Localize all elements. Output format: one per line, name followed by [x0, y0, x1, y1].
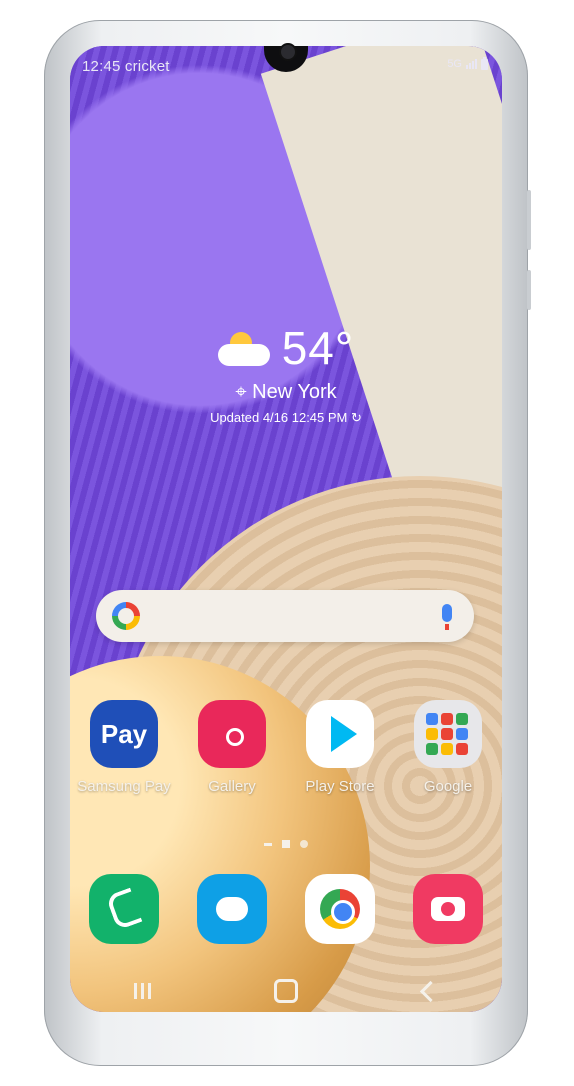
- google-folder-icon: [414, 700, 482, 768]
- partly-sunny-icon: [217, 326, 274, 370]
- samsung-pay-icon-text: Pay: [100, 718, 148, 749]
- gallery-flower-icon: [217, 719, 247, 749]
- status-icons: 5G: [447, 56, 488, 70]
- pager-home: [282, 840, 290, 848]
- refresh-icon[interactable]: ↻: [351, 410, 362, 425]
- dock: [70, 874, 502, 944]
- pager-dash: [264, 843, 272, 846]
- recent-apps-button[interactable]: [112, 976, 172, 1006]
- app-label: Google: [423, 778, 473, 795]
- navigation-bar: [70, 974, 502, 1008]
- google-g-icon: [112, 602, 140, 630]
- front-camera-icon: [279, 43, 297, 61]
- network-label: 5G: [447, 58, 462, 70]
- gallery-icon: [198, 700, 266, 768]
- pager-dot: [300, 840, 308, 848]
- handset-icon: [105, 887, 143, 931]
- home-button[interactable]: [256, 976, 316, 1006]
- weather-updated-text: Updated 4/16 12:45 PM: [210, 410, 348, 425]
- microphone-icon[interactable]: [442, 604, 452, 630]
- play-store-icon: [306, 700, 374, 768]
- dock-messages[interactable]: [184, 874, 280, 944]
- app-play-store[interactable]: Play Store: [292, 700, 388, 795]
- samsung-pay-icon: Pay: [90, 700, 158, 768]
- dock-phone[interactable]: [76, 874, 172, 944]
- app-label: Play Store: [305, 778, 375, 795]
- signal-icon: [466, 59, 477, 69]
- weather-widget[interactable]: 54° ⌖ New York Updated 4/16 12:45 PM ↻: [70, 321, 502, 426]
- weather-temp-row: 54°: [70, 321, 502, 375]
- app-google-folder[interactable]: Google: [400, 700, 496, 795]
- location-pin-icon: ⌖: [235, 381, 247, 403]
- app-gallery[interactable]: Gallery: [184, 700, 280, 795]
- google-search-bar[interactable]: [96, 590, 474, 642]
- camera-icon: [413, 874, 483, 944]
- page-indicator[interactable]: [70, 840, 502, 848]
- weather-city: New York: [252, 381, 337, 403]
- weather-updated: Updated 4/16 12:45 PM ↻: [70, 410, 502, 426]
- phone-icon: [89, 874, 159, 944]
- back-button[interactable]: [400, 976, 460, 1006]
- app-label: Gallery: [208, 778, 256, 795]
- dock-chrome[interactable]: [292, 874, 388, 944]
- volume-button: [527, 190, 531, 250]
- chat-bubble-icon: [216, 897, 248, 921]
- messages-icon: [197, 874, 267, 944]
- app-label: Samsung Pay: [77, 778, 171, 795]
- google-folder-mini-icons: [426, 713, 470, 755]
- dock-camera[interactable]: [400, 874, 496, 944]
- home-icon: [274, 979, 298, 1003]
- play-triangle-icon: [331, 716, 357, 752]
- app-samsung-pay[interactable]: Pay Samsung Pay: [76, 700, 172, 795]
- chrome-icon: [305, 874, 375, 944]
- weather-location: ⌖ New York: [70, 381, 502, 404]
- power-button: [527, 270, 531, 310]
- temperature: 54°: [281, 322, 355, 374]
- home-screen: 12:45 cricket 5G 54° ⌖ New York Updated …: [70, 46, 502, 1012]
- back-icon: [419, 980, 441, 1002]
- home-app-row: Pay Samsung Pay Gallery Play Store Googl…: [70, 700, 502, 795]
- camera-glyph-icon: [431, 897, 465, 921]
- battery-icon: [481, 56, 488, 70]
- status-time-carrier: 12:45 cricket: [82, 58, 170, 75]
- chrome-logo-icon: [320, 889, 360, 929]
- recent-apps-icon: [133, 983, 151, 999]
